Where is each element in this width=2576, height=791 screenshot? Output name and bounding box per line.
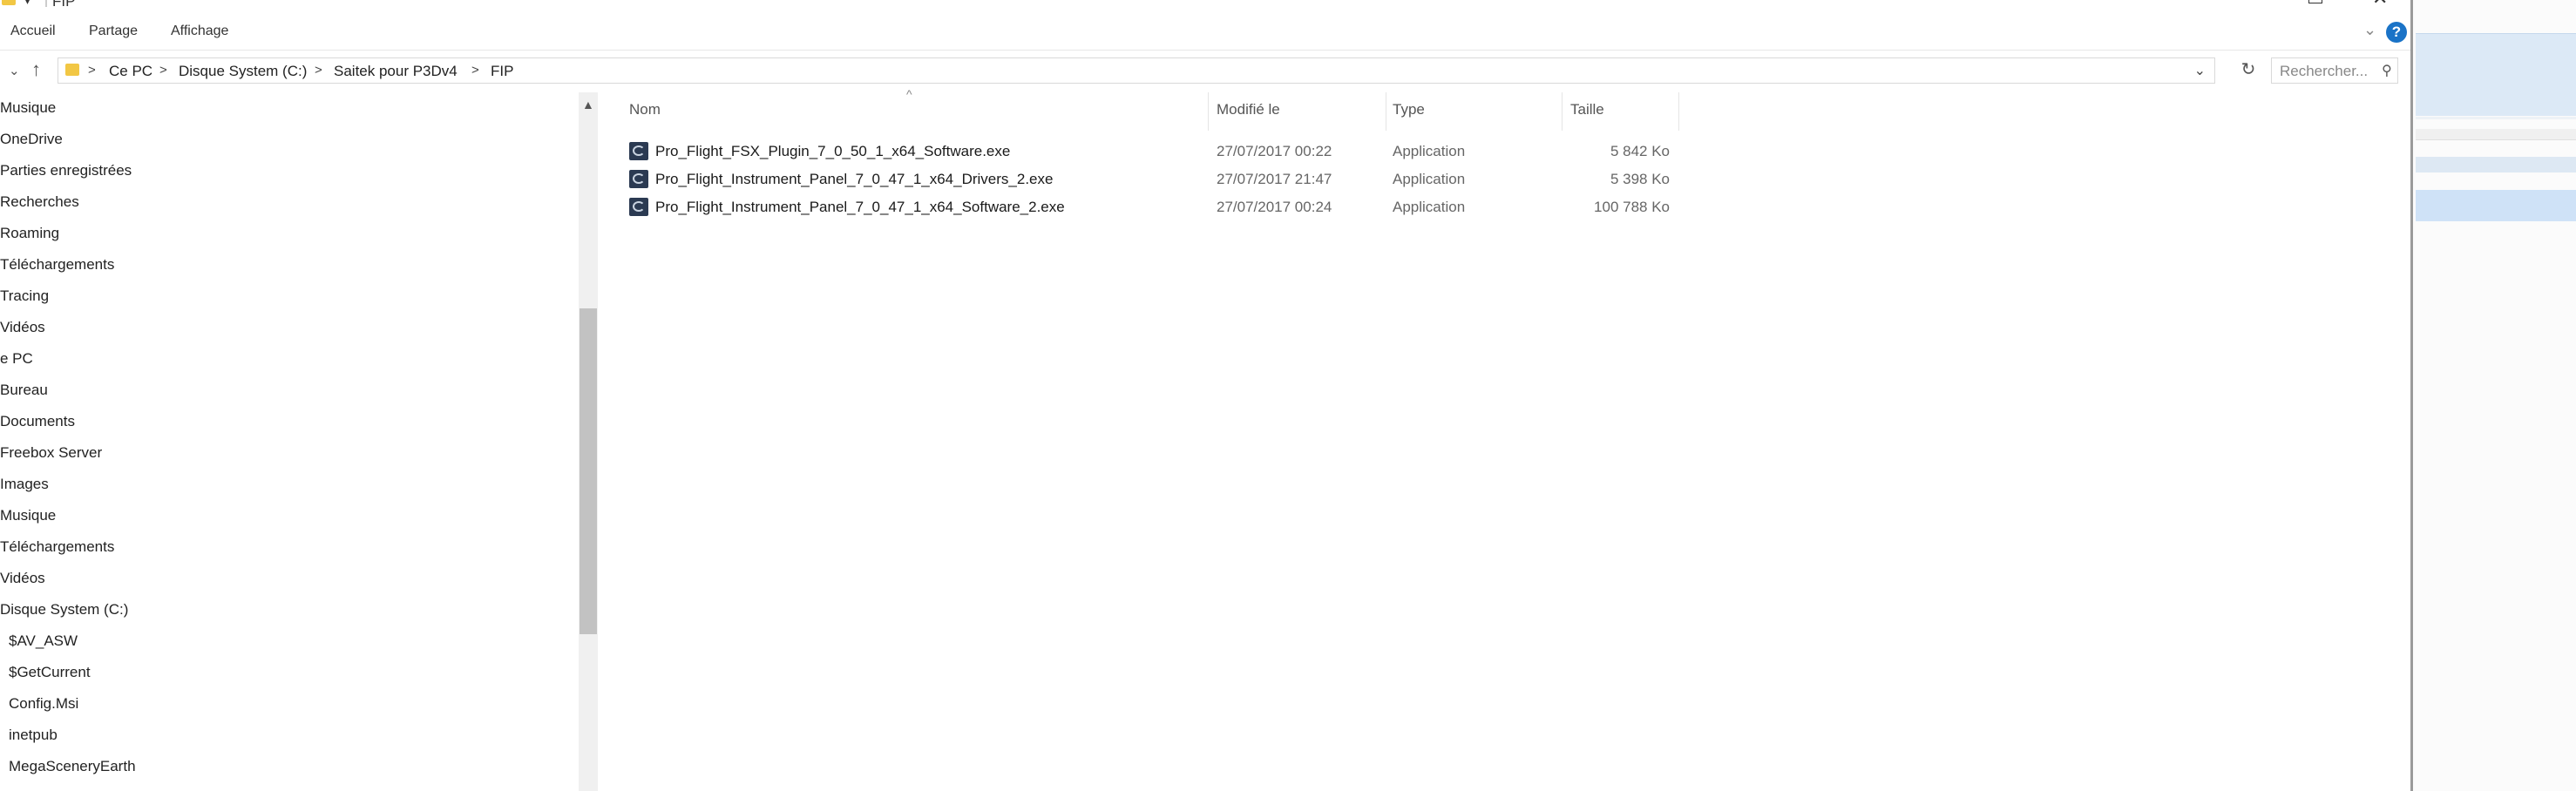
nav-item-documents[interactable]: Documents (0, 413, 75, 430)
scrollbar-thumb[interactable] (580, 308, 597, 634)
title-divider (45, 0, 47, 7)
address-bar[interactable]: > Ce PC > Disque System (C:) > Saitek po… (58, 57, 2215, 84)
search-input[interactable]: Rechercher... ⚲ (2271, 57, 2398, 84)
navigation-scrollbar[interactable]: ▲ (579, 92, 598, 791)
nav-item-megasceneryearth[interactable]: MegaSceneryEarth (9, 758, 136, 775)
nav-item-getcurrent[interactable]: $GetCurrent (9, 664, 91, 681)
ribbon-expand-icon[interactable]: ⌄ (2363, 21, 2376, 39)
chevron-right-icon[interactable]: > (88, 63, 96, 78)
nav-item-images[interactable]: Images (0, 476, 49, 493)
column-header-size[interactable]: Taille (1570, 101, 1604, 118)
background-ribbon (2416, 33, 2576, 116)
file-modified: 27/07/2017 00:22 (1217, 143, 1332, 159)
nav-item-videos-pc[interactable]: Vidéos (0, 570, 45, 587)
file-row[interactable]: Pro_Flight_Instrument_Panel_7_0_47_1_x64… (624, 194, 1678, 220)
breadcrumb-ce-pc[interactable]: Ce PC (109, 63, 153, 80)
file-name: Pro_Flight_Instrument_Panel_7_0_47_1_x64… (655, 199, 1065, 215)
tab-affichage[interactable]: Affichage (171, 24, 228, 39)
refresh-icon[interactable]: ↻ (2236, 57, 2261, 84)
nav-item-onedrive[interactable]: OneDrive (0, 131, 63, 148)
search-placeholder: Rechercher... (2280, 63, 2369, 79)
nav-item-musique[interactable]: Musique (0, 99, 56, 117)
nav-item-tracing[interactable]: Tracing (0, 287, 49, 305)
nav-item-inetpub[interactable]: inetpub (9, 727, 58, 744)
nav-item-roaming[interactable]: Roaming (0, 225, 59, 242)
column-divider[interactable] (1562, 92, 1563, 131)
breadcrumb-disque-system[interactable]: Disque System (C:) (179, 63, 307, 80)
address-dropdown-icon[interactable]: ⌄ (2194, 62, 2206, 79)
file-row[interactable]: Pro_Flight_FSX_Plugin_7_0_50_1_x64_Softw… (624, 139, 1678, 165)
tab-partage[interactable]: Partage (89, 24, 138, 39)
ribbon-divider (0, 50, 2410, 51)
ribbon-tabs: Accueil Partage Affichage (0, 21, 2410, 47)
column-header-name[interactable]: Nom (629, 101, 661, 118)
file-type: Application (1393, 143, 1466, 159)
background-selected-row (2416, 190, 2576, 221)
maximize-icon[interactable] (2308, 0, 2322, 3)
title-bar: ▾ FIP ✕ (0, 0, 2410, 17)
breadcrumb-fip[interactable]: FIP (491, 63, 513, 80)
folder-icon (65, 64, 79, 76)
chevron-right-icon[interactable]: > (159, 63, 167, 78)
application-icon (629, 170, 648, 188)
file-modified: 27/07/2017 21:47 (1217, 171, 1332, 187)
file-type: Application (1393, 171, 1466, 187)
application-icon (629, 198, 648, 216)
sort-ascending-icon: ^ (906, 87, 912, 101)
column-divider[interactable] (1208, 92, 1209, 131)
chevron-right-icon[interactable]: > (315, 63, 322, 78)
file-name: Pro_Flight_Instrument_Panel_7_0_47_1_x64… (655, 171, 1054, 187)
file-type: Application (1393, 199, 1466, 215)
file-size: 5 842 Ko (1610, 143, 1670, 159)
scroll-up-icon[interactable]: ▲ (582, 98, 594, 112)
background-window (2410, 0, 2576, 791)
file-row[interactable]: Pro_Flight_Instrument_Panel_7_0_47_1_x64… (624, 166, 1678, 193)
nav-item-freebox-server[interactable]: Freebox Server (0, 444, 102, 462)
close-icon[interactable]: ✕ (2372, 0, 2388, 8)
up-arrow-icon[interactable]: ↑ (31, 58, 41, 81)
search-icon[interactable]: ⚲ (2382, 62, 2392, 79)
quick-access-dropdown-icon[interactable]: ▾ (24, 0, 31, 8)
chevron-right-icon[interactable]: > (471, 63, 479, 78)
nav-item-bureau[interactable]: Bureau (0, 382, 48, 399)
file-explorer-window: ▾ FIP ✕ Accueil Partage Affichage ⌄ ? ⌄ … (0, 0, 2410, 791)
nav-item-disque-system[interactable]: Disque System (C:) (0, 601, 128, 619)
window-title: FIP (52, 0, 76, 10)
background-row (2416, 157, 2576, 172)
file-size: 5 398 Ko (1610, 171, 1670, 187)
background-divider (2416, 117, 2576, 119)
file-name: Pro_Flight_FSX_Plugin_7_0_50_1_x64_Softw… (655, 143, 1011, 159)
file-size: 100 788 Ko (1594, 199, 1670, 215)
nav-item-av-asw[interactable]: $AV_ASW (9, 632, 78, 650)
nav-item-telechargements[interactable]: Téléchargements (0, 256, 114, 274)
nav-item-videos[interactable]: Vidéos (0, 319, 45, 336)
nav-item-telechargements-pc[interactable]: Téléchargements (0, 538, 114, 556)
application-icon (629, 142, 648, 160)
column-divider[interactable] (1678, 92, 1679, 131)
background-header (2416, 129, 2576, 140)
help-icon[interactable]: ? (2386, 22, 2407, 43)
nav-item-parties-enregistrees[interactable]: Parties enregistrées (0, 162, 132, 179)
nav-item-config-msi[interactable]: Config.Msi (9, 695, 78, 713)
recent-locations-icon[interactable]: ⌄ (9, 63, 20, 78)
column-header-modified[interactable]: Modifié le (1217, 101, 1280, 118)
folder-icon (2, 0, 16, 5)
column-header-type[interactable]: Type (1393, 101, 1425, 118)
nav-item-recherches[interactable]: Recherches (0, 193, 79, 211)
tab-accueil[interactable]: Accueil (10, 24, 56, 39)
nav-item-ce-pc[interactable]: e PC (0, 350, 33, 368)
breadcrumb-saitek[interactable]: Saitek pour P3Dv4 (334, 63, 458, 80)
nav-item-musique-pc[interactable]: Musique (0, 507, 56, 524)
file-modified: 27/07/2017 00:24 (1217, 199, 1332, 215)
navigation-pane: Musique OneDrive Parties enregistrées Re… (0, 92, 577, 791)
